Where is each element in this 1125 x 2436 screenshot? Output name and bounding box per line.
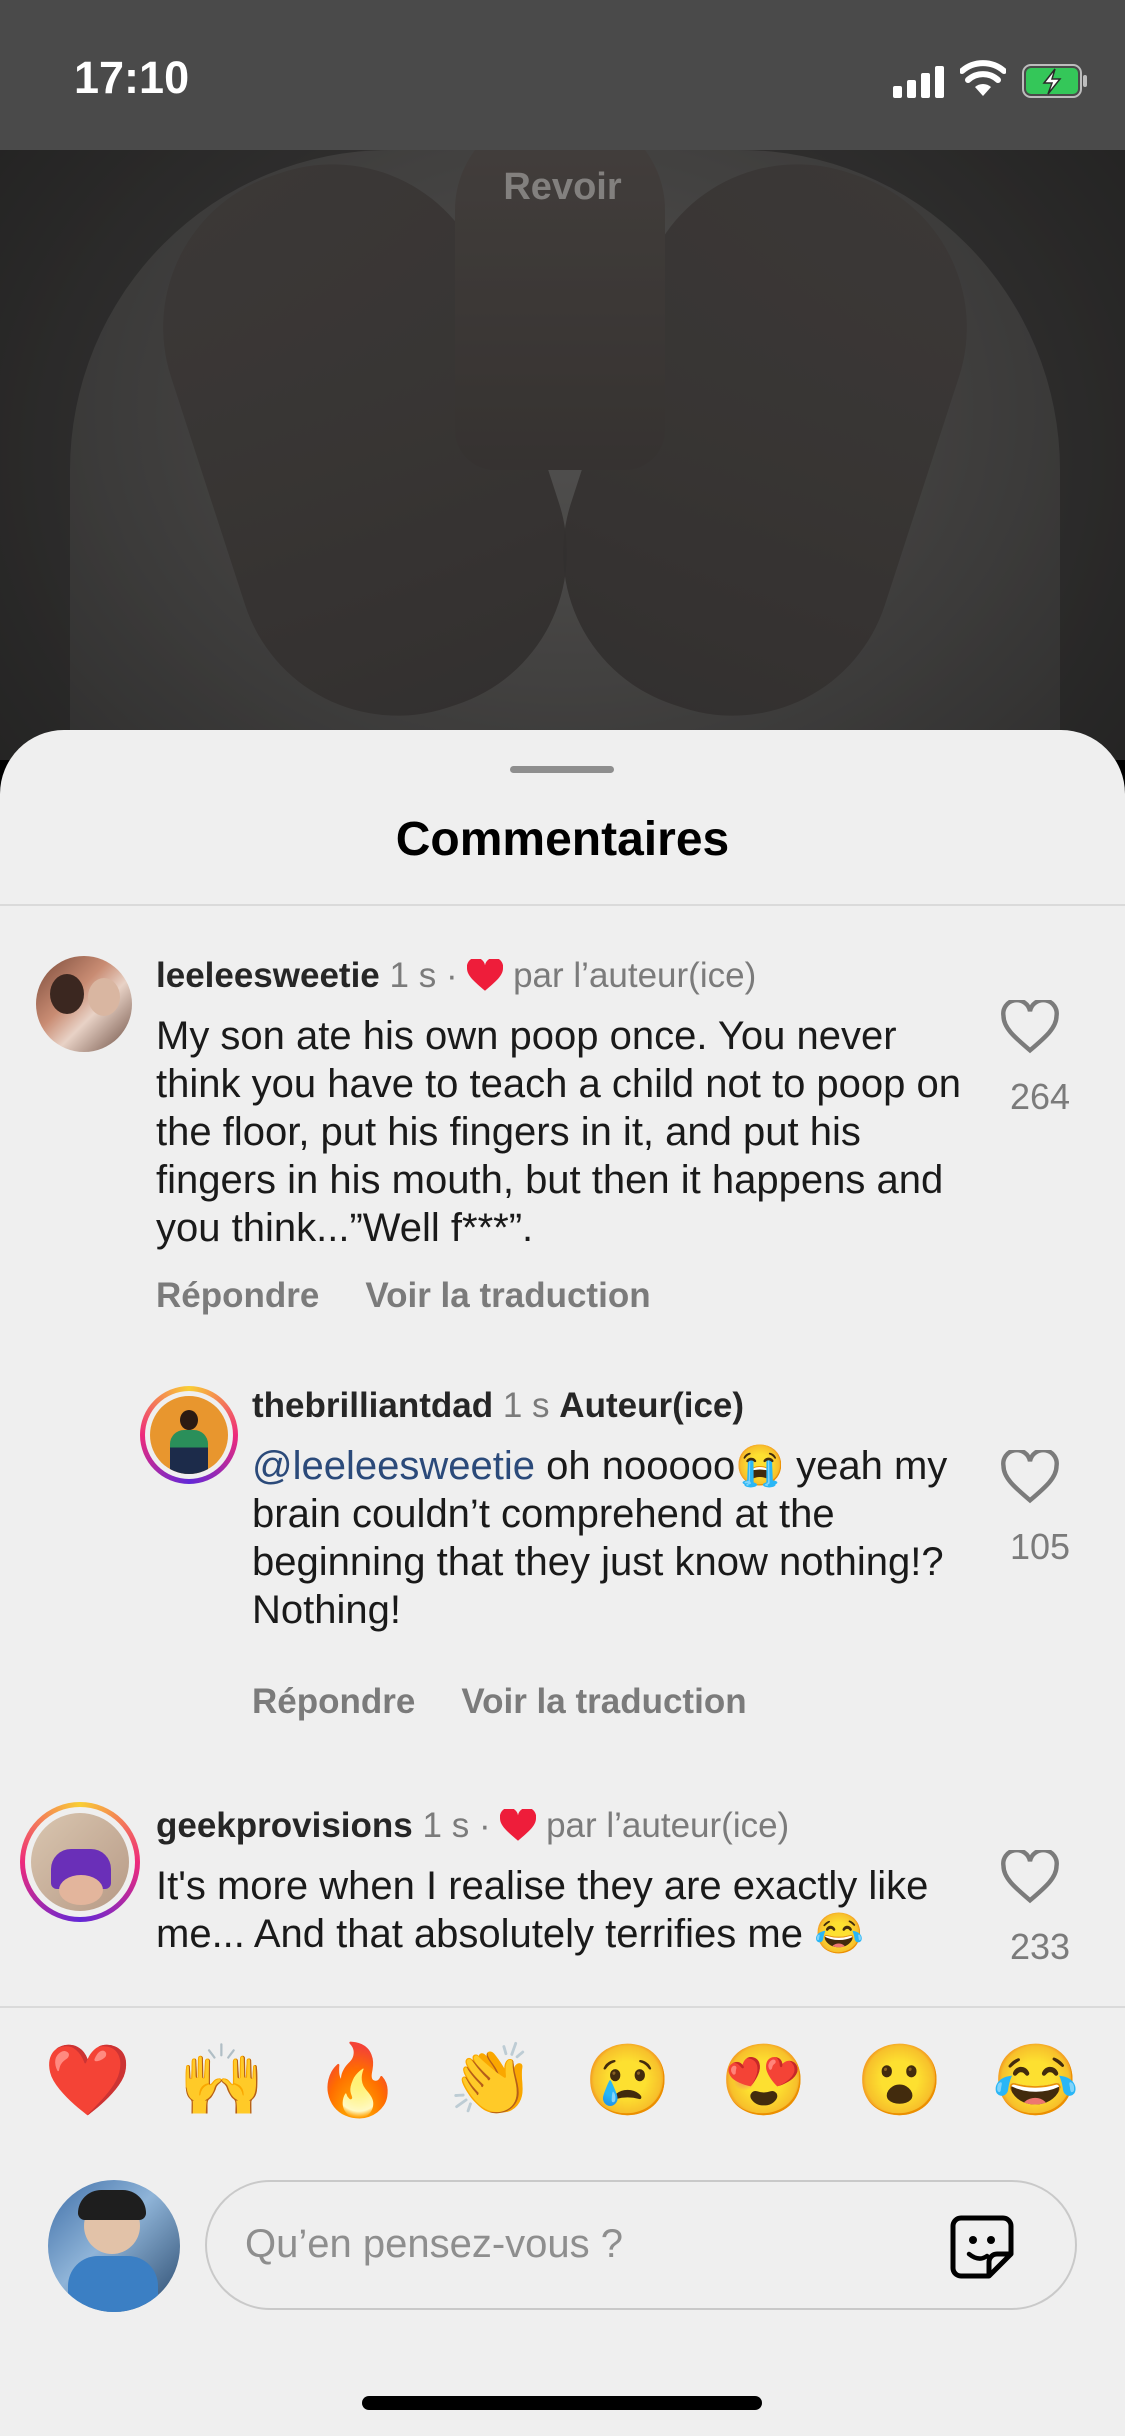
reply-item: thebrilliantdad 1 s Auteur(ice) @leelees… <box>0 1346 1125 1756</box>
comment-meta: geekprovisions 1 s · par l’auteur(ice) <box>156 1806 789 1846</box>
commenter-avatar <box>150 1396 228 1474</box>
sticker-icon[interactable] <box>947 2212 1017 2282</box>
comment-actions: Répondre Voir la traduction <box>156 1276 697 1316</box>
comment-time: 1 s <box>422 1806 470 1845</box>
quick-reaction-clap[interactable]: 👏 <box>442 2030 542 2130</box>
comments-sheet: Commentaires leeleesweetie 1 s · par l’a… <box>0 730 1125 2436</box>
home-indicator[interactable] <box>362 2396 762 2410</box>
sheet-grabber-handle[interactable] <box>510 766 614 773</box>
heart-outline-icon[interactable] <box>1000 1000 1060 1054</box>
story-ring[interactable] <box>20 1802 140 1922</box>
comment-time: 1 s <box>389 956 437 995</box>
quick-reaction-bar: ❤️ 🙌 🔥 👏 😢 😍 😮 😂 <box>0 2030 1125 2130</box>
quick-reaction-laughing[interactable]: 😂 <box>986 2030 1086 2130</box>
status-time: 17:10 <box>74 52 190 103</box>
comment-separator: · <box>478 1806 491 1845</box>
comment-meta: thebrilliantdad 1 s Auteur(ice) <box>252 1386 744 1426</box>
quick-reaction-fire[interactable]: 🔥 <box>308 2030 408 2130</box>
author-badge: Auteur(ice) <box>559 1386 745 1425</box>
comment-username[interactable]: leeleesweetie <box>156 956 380 995</box>
heart-filled-icon <box>467 959 504 991</box>
comment-username[interactable]: geekprovisions <box>156 1806 413 1845</box>
comment-separator: · <box>445 956 458 995</box>
like-count: 233 <box>1009 1926 1071 1967</box>
story-ring[interactable] <box>140 1386 238 1484</box>
liked-by-author-label: par l’auteur(ice) <box>546 1806 790 1845</box>
liked-by-author-label: par l’auteur(ice) <box>513 956 757 995</box>
comment-time: 1 s <box>502 1386 550 1425</box>
heart-outline-icon[interactable] <box>1000 1850 1060 1904</box>
quick-reaction-heart-eyes[interactable]: 😍 <box>714 2030 814 2130</box>
composer-divider <box>0 2006 1125 2008</box>
heart-outline-icon[interactable] <box>1000 1450 1060 1504</box>
sheet-title: Commentaires <box>395 813 730 866</box>
comment-input[interactable]: Qu’en pensez-vous ? <box>205 2180 1077 2310</box>
comment-text: It's more when I realise they are exactl… <box>156 1864 929 1956</box>
quick-reaction-raised-hands[interactable]: 🙌 <box>172 2030 272 2130</box>
comments-list[interactable]: leeleesweetie 1 s · par l’auteur(ice) My… <box>0 906 1125 2006</box>
reply-button[interactable]: Répondre <box>156 1276 319 1315</box>
comment-text: @leeleesweetie oh nooooo😭 yeah my brain … <box>252 1442 972 1634</box>
current-user-avatar <box>48 2180 180 2312</box>
comment-username[interactable]: thebrilliantdad <box>252 1386 493 1425</box>
quick-reaction-heart[interactable]: ❤️ <box>38 2030 138 2130</box>
comment-text: My son ate his own poop once. You never … <box>156 1014 962 1250</box>
comment-input-placeholder: Qu’en pensez-vous ? <box>245 2222 624 2266</box>
status-bar: 17:10 <box>0 0 1125 150</box>
see-translation-button[interactable]: Voir la traduction <box>365 1276 650 1315</box>
mention-link[interactable]: @leeleesweetie <box>252 1444 535 1488</box>
comment-item: leeleesweetie 1 s · par l’auteur(ice) My… <box>0 906 1125 1346</box>
see-translation-button[interactable]: Voir la traduction <box>461 1682 746 1721</box>
comment-item: geekprovisions 1 s · par l’auteur(ice) I… <box>0 1756 1125 2006</box>
like-count: 264 <box>1009 1076 1071 1117</box>
quick-reaction-crying[interactable]: 😢 <box>578 2030 678 2130</box>
commenter-avatar <box>31 1813 129 1911</box>
battery-charging-icon <box>1022 64 1087 98</box>
replay-label[interactable]: Revoir <box>0 166 1125 209</box>
like-count: 105 <box>1009 1526 1071 1567</box>
comment-actions: Répondre Voir la traduction <box>252 1682 793 1722</box>
heart-filled-icon <box>500 1809 537 1841</box>
commenter-avatar[interactable] <box>36 956 132 1052</box>
cellular-signal-icon <box>893 66 945 98</box>
reply-button[interactable]: Répondre <box>252 1682 415 1721</box>
wifi-icon <box>960 60 1006 96</box>
comment-meta: leeleesweetie 1 s · par l’auteur(ice) <box>156 956 756 996</box>
quick-reaction-wow[interactable]: 😮 <box>850 2030 950 2130</box>
